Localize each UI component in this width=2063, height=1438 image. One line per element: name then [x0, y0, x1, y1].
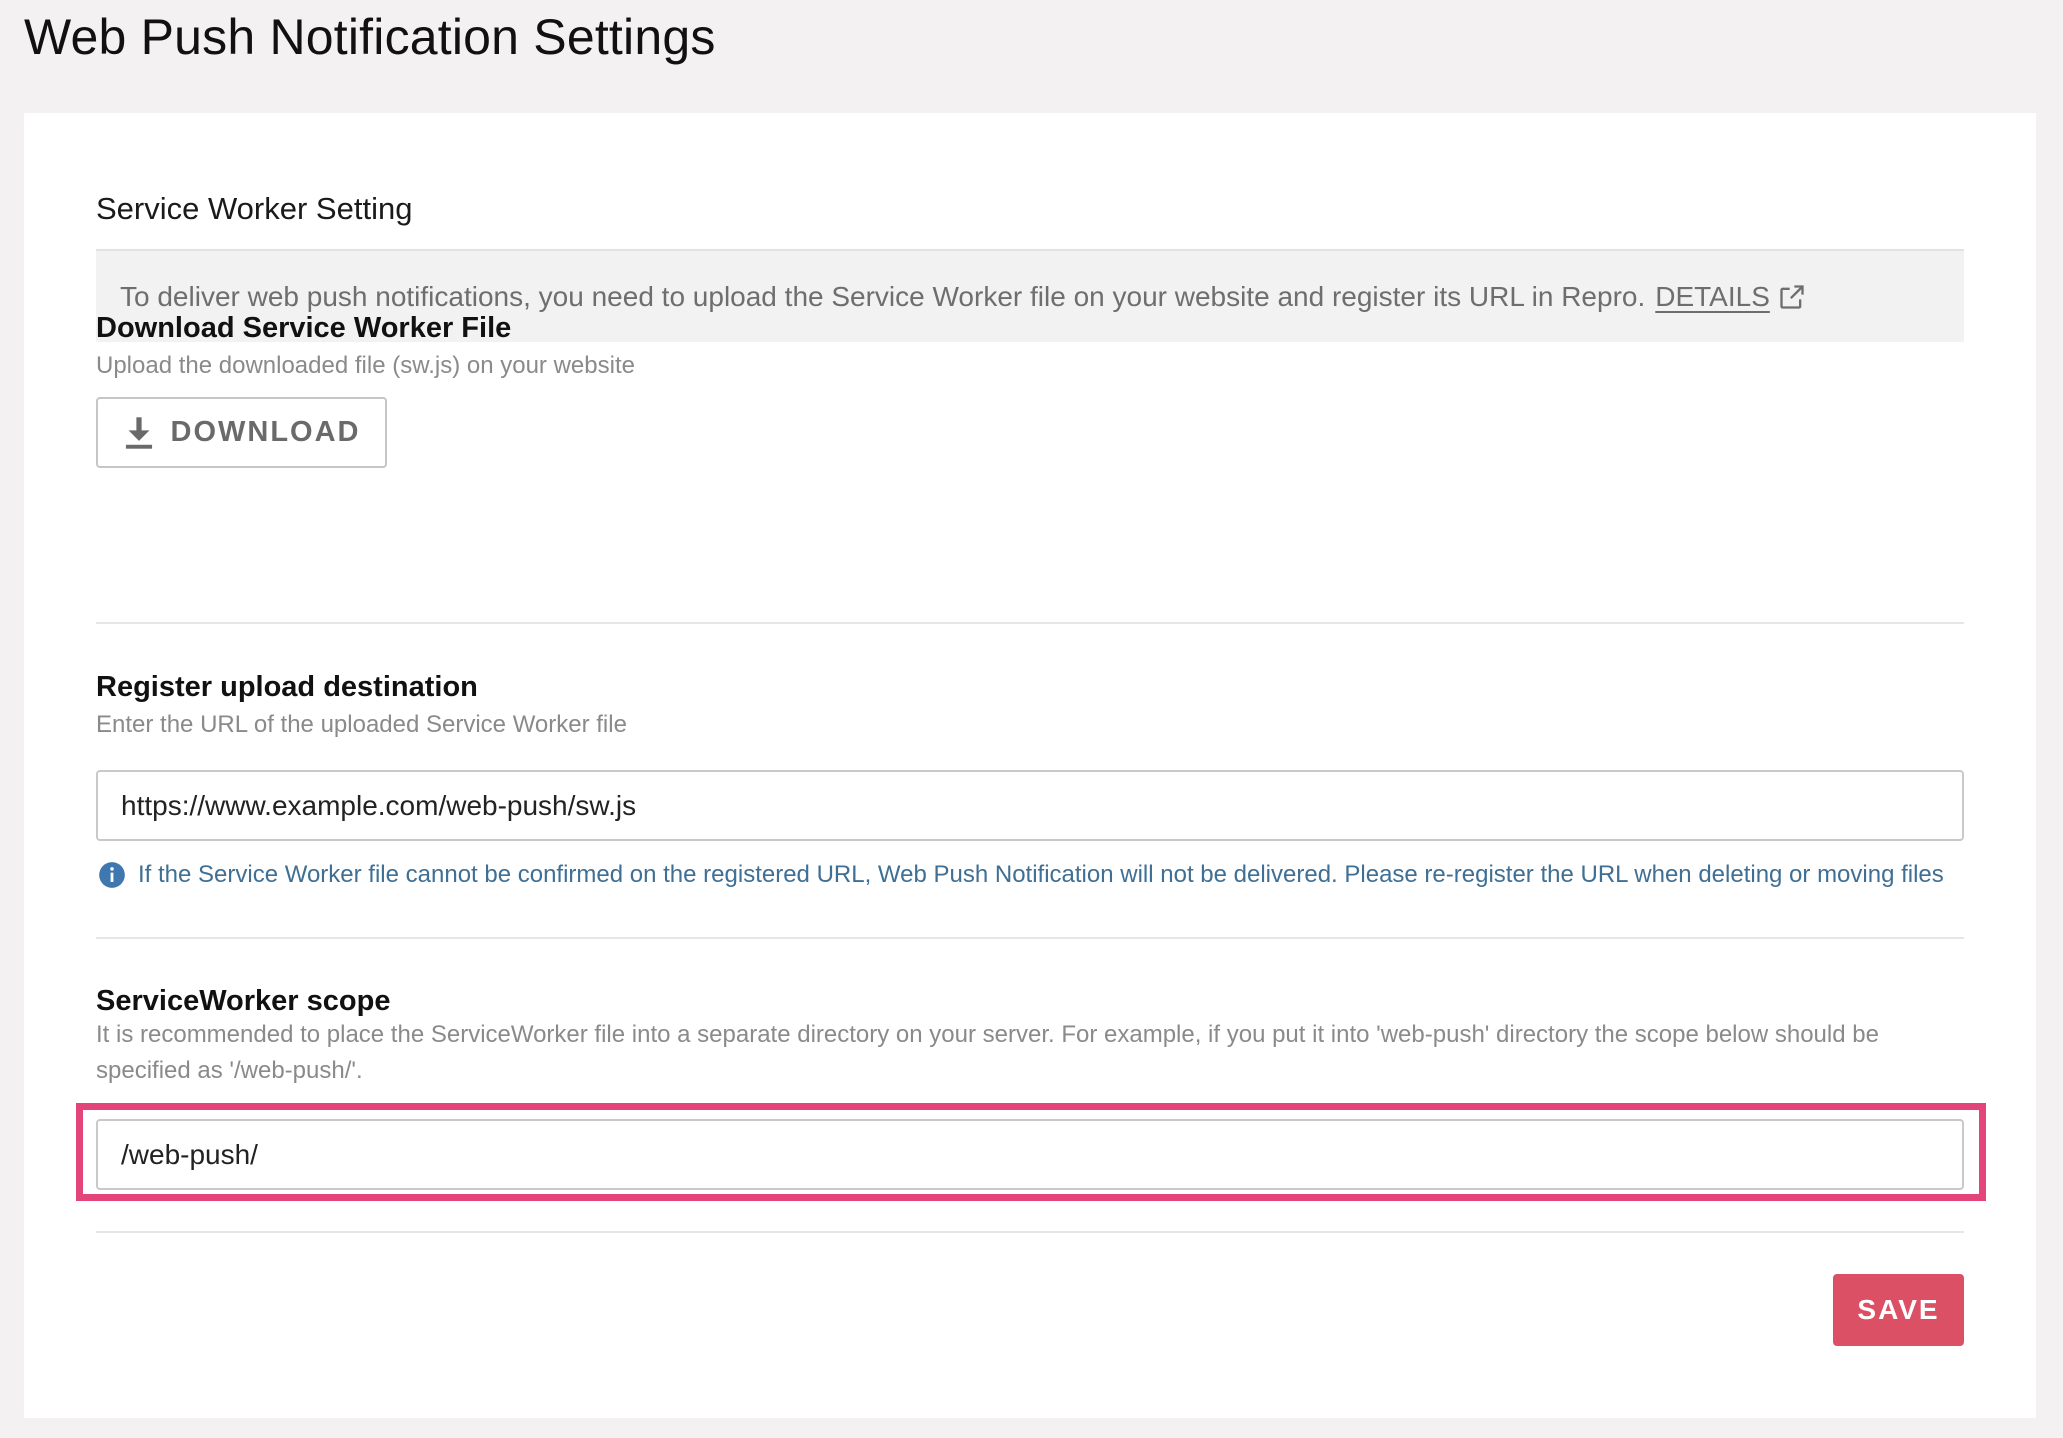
url-notice-text: If the Service Worker file cannot be con…: [138, 861, 1944, 888]
save-button[interactable]: SAVE: [1833, 1274, 1964, 1346]
info-text: To deliver web push notifications, you n…: [120, 280, 1646, 312]
download-button-label: DOWNLOAD: [170, 416, 361, 448]
download-section-title: Download Service Worker File: [96, 312, 512, 344]
register-section-title: Register upload destination: [96, 671, 478, 703]
register-section-help: Enter the URL of the uploaded Service Wo…: [96, 711, 627, 738]
details-link-label: DETAILS: [1655, 280, 1770, 312]
info-icon: [99, 862, 125, 888]
scope-section-help: It is recommended to place the ServiceWo…: [96, 1021, 1879, 1084]
download-section-help: Upload the downloaded file (sw.js) on yo…: [96, 352, 635, 379]
details-link[interactable]: DETAILS: [1655, 281, 1806, 313]
divider: [96, 937, 1964, 939]
download-icon: [125, 416, 152, 449]
service-worker-url-input[interactable]: [96, 770, 1964, 841]
external-link-icon: [1780, 284, 1804, 309]
divider: [96, 1231, 1964, 1233]
download-button[interactable]: DOWNLOAD: [96, 397, 387, 468]
settings-card: Service Worker Setting To deliver web pu…: [24, 113, 2036, 1418]
divider: [96, 622, 1964, 624]
scope-section-title: ServiceWorker scope: [96, 985, 391, 1017]
page-title: Web Push Notification Settings: [24, 9, 716, 65]
url-notice: If the Service Worker file cannot be con…: [98, 861, 1944, 889]
section-heading: Service Worker Setting: [96, 191, 413, 226]
scope-input[interactable]: [96, 1119, 1964, 1190]
